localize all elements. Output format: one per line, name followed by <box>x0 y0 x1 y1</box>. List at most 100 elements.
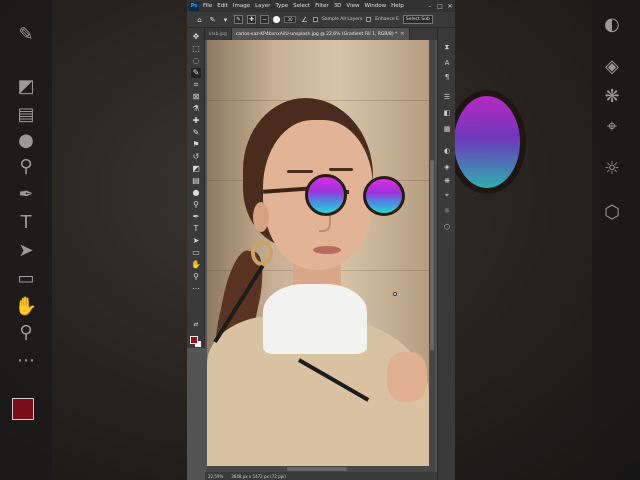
history-icon[interactable]: ⧗ <box>442 42 452 52</box>
layers-icon: ◈ <box>605 56 619 77</box>
brush-cursor <box>393 292 397 296</box>
layers-icon[interactable]: ◈ <box>442 162 452 172</box>
frame-icon[interactable]: ⊠ <box>191 92 201 102</box>
close-icon[interactable]: ✕ <box>400 31 404 37</box>
gradient-icon[interactable]: ▤ <box>191 176 201 186</box>
menu-file[interactable]: File <box>203 3 212 9</box>
foreground-color-swatch[interactable] <box>190 336 198 344</box>
eraser-icon[interactable]: ◩ <box>191 164 201 174</box>
subtract-selection-button[interactable]: − <box>260 15 269 24</box>
tab-klab[interactable]: klab.jpg <box>205 28 232 40</box>
type-icon[interactable]: T <box>191 224 201 234</box>
channels-icon[interactable]: ❋ <box>442 176 452 186</box>
photoshop-window: Ps File Edit Image Layer Type Select Fil… <box>187 0 455 480</box>
more-tools-icon: ⋯ <box>17 350 35 371</box>
tab-label: carlos-vaz-KP4bxnxAilU-unsplash.jpg @ 22… <box>235 31 398 37</box>
background-fg-swatch <box>12 398 34 420</box>
quick-select-icon[interactable]: ✎ <box>208 15 217 24</box>
color-icon[interactable]: ◐ <box>442 146 452 156</box>
menu-type[interactable]: Type <box>275 3 288 9</box>
paths-icon: ⌖ <box>606 116 618 137</box>
minimize-button[interactable]: – <box>425 3 435 10</box>
zoom-icon[interactable]: ⚲ <box>191 272 201 282</box>
path-select-icon[interactable]: ➤ <box>191 236 201 246</box>
ps-logo: Ps <box>189 1 199 11</box>
sample-all-layers-checkbox[interactable] <box>313 17 318 22</box>
paths-icon[interactable]: ⌖ <box>442 190 452 200</box>
menu-help[interactable]: Help <box>391 3 404 9</box>
status-bar: 22,59% 3648 px x 5472 px (72 ppi) <box>205 472 437 480</box>
tab-active-document[interactable]: carlos-vaz-KP4bxnxAilU-unsplash.jpg @ 22… <box>231 28 410 40</box>
quick-select-icon[interactable]: ✎ <box>191 68 201 78</box>
pen-icon: ✒ <box>18 184 34 205</box>
background-lens <box>448 90 526 194</box>
pen-icon[interactable]: ✒ <box>191 212 201 222</box>
gradient-icon: ▤ <box>17 104 35 125</box>
brush-size-field[interactable]: 30 <box>284 16 296 23</box>
earring <box>251 240 273 266</box>
history-brush-icon[interactable]: ↺ <box>191 152 201 162</box>
add-selection-button[interactable]: ✚ <box>247 15 256 24</box>
rectangle-icon[interactable]: ▭ <box>191 248 201 258</box>
menu-3d[interactable]: 3D <box>334 3 342 9</box>
swap-colors-icon[interactable]: ⇄ <box>191 320 201 330</box>
clone-stamp-icon[interactable]: ⚑ <box>191 140 201 150</box>
document-tabs: klab.jpg carlos-vaz-KP4bxnxAilU-unsplash… <box>205 28 437 40</box>
home-icon[interactable]: ⌂ <box>195 15 204 24</box>
left-eyebrow <box>287 170 313 173</box>
libraries-icon[interactable]: ⬡ <box>442 222 452 232</box>
options-bar: ⌂ ✎ ▾ ✎ ✚ − 30 ∠ Sample All Layers Enhan… <box>187 12 455 28</box>
blur-icon[interactable]: ● <box>191 188 201 198</box>
menu-window[interactable]: Window <box>364 3 386 9</box>
paragraph-icon[interactable]: ¶ <box>442 72 452 82</box>
properties-icon[interactable]: ☰ <box>442 92 452 102</box>
menu-edit[interactable]: Edit <box>217 3 228 9</box>
window-controls: – □ ✕ <box>425 3 455 10</box>
right-eyebrow <box>329 168 353 171</box>
chevron-down-icon[interactable]: ▾ <box>221 15 230 24</box>
enhance-edge-checkbox[interactable] <box>366 17 372 22</box>
angle-icon[interactable]: ∠ <box>300 15 309 24</box>
learn-icon[interactable]: ☼ <box>442 206 452 216</box>
vertical-scrollbar[interactable] <box>429 40 435 472</box>
move-icon[interactable]: ✥ <box>191 32 201 42</box>
crop-icon[interactable]: ⌗ <box>191 80 201 90</box>
spot-heal-icon[interactable]: ✚ <box>191 116 201 126</box>
type-icon: T <box>20 212 32 233</box>
brush-icon[interactable]: ✎ <box>191 128 201 138</box>
character-icon[interactable]: A <box>442 58 452 68</box>
swatches-icon[interactable]: ▦ <box>442 124 452 134</box>
menu-image[interactable]: Image <box>233 3 250 9</box>
menu-filter[interactable]: Filter <box>315 3 329 9</box>
dodge-icon: ⚲ <box>19 156 33 177</box>
rectangle-icon: ▭ <box>17 268 35 289</box>
document-canvas[interactable] <box>207 40 429 472</box>
vertical-scroll-thumb[interactable] <box>430 160 434 350</box>
sample-all-layers-label: Sample All Layers <box>322 17 363 22</box>
hand <box>387 352 427 402</box>
hand-icon: ✋ <box>14 296 38 317</box>
path-select-icon: ➤ <box>18 240 34 261</box>
adjustments-icon[interactable]: ◧ <box>442 108 452 118</box>
maximize-button[interactable]: □ <box>435 3 445 10</box>
new-selection-button[interactable]: ✎ <box>234 15 243 24</box>
libraries-icon: ⬡ <box>604 202 620 223</box>
select-subject-button[interactable]: Select Sub <box>402 15 433 24</box>
marquee-icon[interactable]: ⬚ <box>191 44 201 54</box>
channels-icon: ❋ <box>604 86 620 107</box>
enhance-edge-label: Enhance E <box>375 17 399 22</box>
tab-label: klab.jpg <box>209 31 227 37</box>
brush-preview[interactable] <box>273 16 280 23</box>
menu-layer[interactable]: Layer <box>255 3 270 9</box>
menu-view[interactable]: View <box>346 3 359 9</box>
right-lens-gradient <box>363 176 405 216</box>
horizontal-scroll-thumb[interactable] <box>287 467 347 471</box>
close-window-button[interactable]: ✕ <box>445 3 455 10</box>
hand-icon[interactable]: ✋ <box>191 260 201 270</box>
zoom-level[interactable]: 22,59% <box>208 474 223 479</box>
menu-select[interactable]: Select <box>293 3 310 9</box>
more-tools-icon[interactable]: ⋯ <box>191 284 201 294</box>
lasso-icon[interactable]: ◌ <box>191 56 201 66</box>
eyedropper-icon[interactable]: ⚗ <box>191 104 201 114</box>
dodge-icon[interactable]: ⚲ <box>191 200 201 210</box>
